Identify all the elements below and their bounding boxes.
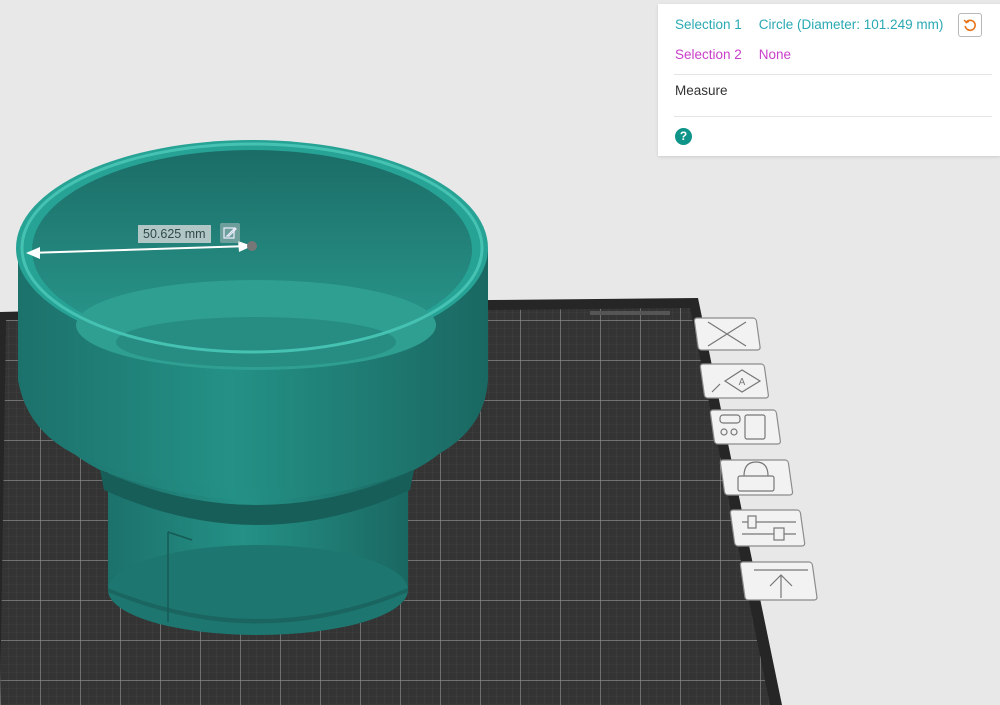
reset-icon xyxy=(963,19,976,32)
layout-settings-icon[interactable] xyxy=(729,509,806,547)
selection-2-row: Selection 2 None xyxy=(675,47,791,62)
reset-button[interactable] xyxy=(958,13,982,37)
measure-panel: Selection 1 Circle (Diameter: 101.249 mm… xyxy=(658,4,1000,156)
auto-orient-icon[interactable]: A xyxy=(699,363,769,399)
selection-1-label: Selection 1 xyxy=(675,17,742,32)
lay-flat-icon[interactable] xyxy=(739,561,818,601)
pencil-icon[interactable] xyxy=(220,223,240,243)
lock-icon[interactable] xyxy=(719,459,794,496)
selection-1-value: Circle (Diameter: 101.249 mm) xyxy=(758,17,944,32)
selection-2-label: Selection 2 xyxy=(675,47,742,62)
arrange-icon[interactable] xyxy=(709,409,781,445)
help-icon[interactable]: ? xyxy=(675,128,692,145)
measure-point[interactable] xyxy=(247,241,257,251)
dimension-label: 50.625 mm xyxy=(138,225,211,243)
selection-1-row: Selection 1 Circle (Diameter: 101.249 mm… xyxy=(675,17,943,32)
divider xyxy=(674,116,992,117)
svg-text:A: A xyxy=(739,377,746,388)
divider xyxy=(674,74,992,75)
selection-2-value: None xyxy=(758,47,792,62)
measure-title: Measure xyxy=(675,83,728,98)
plate-marker xyxy=(590,311,670,315)
fit-view-icon[interactable] xyxy=(693,317,761,351)
